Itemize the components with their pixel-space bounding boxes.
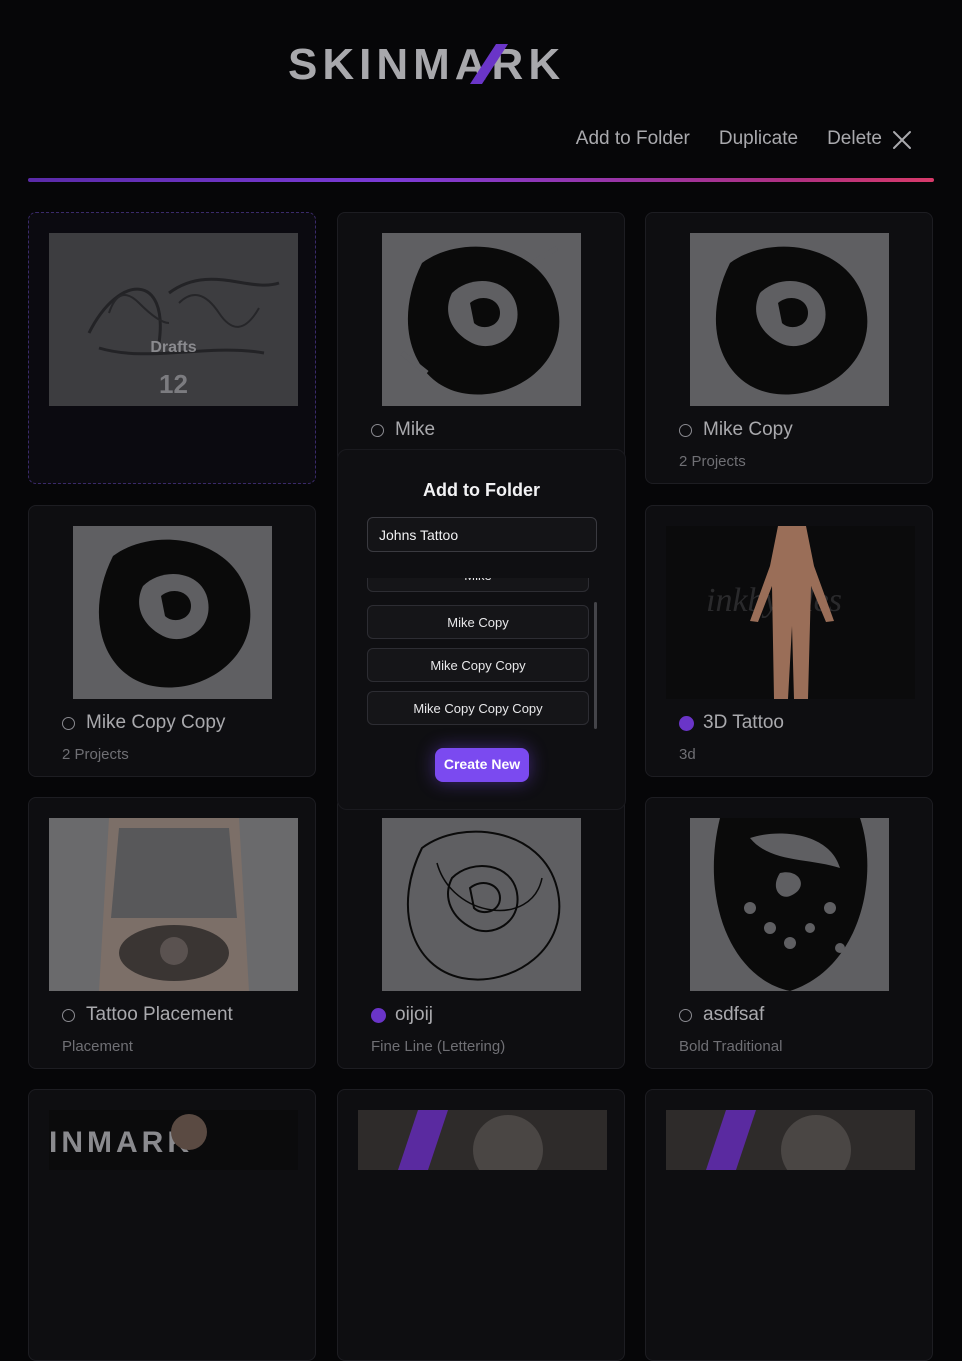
delete-button[interactable]: Delete [827,128,882,150]
skinmark-logo: SKINMARK [288,42,565,86]
project-title: Mike Copy [703,419,793,440]
folder-option[interactable]: Mike [367,578,589,592]
rose-stencil-thumbnail [73,526,272,699]
drafts-label: Drafts [150,339,197,356]
rose-stencil-thumbnail [690,233,889,406]
folder-list-scrollbar[interactable] [594,602,597,729]
project-card[interactable]: Mike Copy Copy 2 Projects [28,505,316,777]
add-to-folder-button[interactable]: Add to Folder [576,128,690,150]
header-divider [28,178,934,182]
project-subtitle: 2 Projects [679,453,746,470]
add-to-folder-modal: Add to Folder Mike Mike Copy Mike Copy C… [337,449,626,810]
selection-toolbar: Add to Folder Duplicate Delete [576,128,882,150]
select-radio[interactable] [62,717,75,730]
modal-title: Add to Folder [423,480,540,500]
rose-line-thumbnail [382,818,581,991]
project-card[interactable]: Mike Copy 2 Projects [645,212,933,484]
project-subtitle: 3d [679,746,696,763]
project-card[interactable]: Mike [337,212,625,484]
project-title: Mike [395,419,436,440]
select-radio[interactable] [679,1009,692,1022]
project-title: asdfsaf [703,1004,765,1025]
logo-thumbnail: INMARK [49,1110,298,1170]
close-icon[interactable] [892,130,912,150]
project-card[interactable]: Tattoo Placement Placement [28,797,316,1069]
folder-option[interactable]: Mike Copy Copy Copy [367,691,589,725]
placement-thumbnail [49,818,298,991]
photo-thumbnail [666,1110,915,1170]
select-radio[interactable] [679,424,692,437]
folder-name-input[interactable] [367,517,597,552]
project-card[interactable]: INMARK [28,1089,316,1361]
project-card[interactable] [645,1089,933,1361]
project-card[interactable]: asdfsaf Bold Traditional [645,797,933,1069]
3d-body-thumbnail: inkbyudes [666,526,915,699]
mask-stencil-thumbnail [690,818,889,991]
project-card[interactable]: oijoij Fine Line (Lettering) [337,797,625,1069]
drafts-thumbnail: Drafts 12 [49,233,298,406]
project-title: oijoij [395,1004,434,1025]
rose-stencil-thumbnail [382,233,581,406]
folder-option[interactable]: Mike Copy Copy [367,648,589,682]
select-radio[interactable] [62,1009,75,1022]
project-title: Tattoo Placement [86,1004,233,1025]
selected-radio[interactable] [371,1008,386,1023]
create-new-button[interactable]: Create New [435,748,529,782]
select-radio[interactable] [371,424,384,437]
drafts-count: 12 [159,369,188,399]
project-card[interactable] [337,1089,625,1361]
project-title: Mike Copy Copy [86,712,226,733]
project-subtitle: 2 Projects [62,746,129,763]
folder-list: Mike Mike Copy Mike Copy Copy Mike Copy … [367,578,590,728]
duplicate-button[interactable]: Duplicate [719,128,798,150]
svg-text:SKINMARK: SKINMARK [288,42,565,86]
drafts-card[interactable]: Drafts 12 [28,212,316,484]
selected-radio[interactable] [679,716,694,731]
project-subtitle: Placement [62,1038,133,1055]
project-subtitle: Fine Line (Lettering) [371,1038,506,1055]
photo-thumbnail [358,1110,607,1170]
folder-option[interactable]: Mike Copy [367,605,589,639]
project-card[interactable]: inkbyudes 3D Tattoo 3d [645,505,933,777]
project-subtitle: Bold Traditional [679,1038,783,1055]
project-title: 3D Tattoo [703,712,784,733]
